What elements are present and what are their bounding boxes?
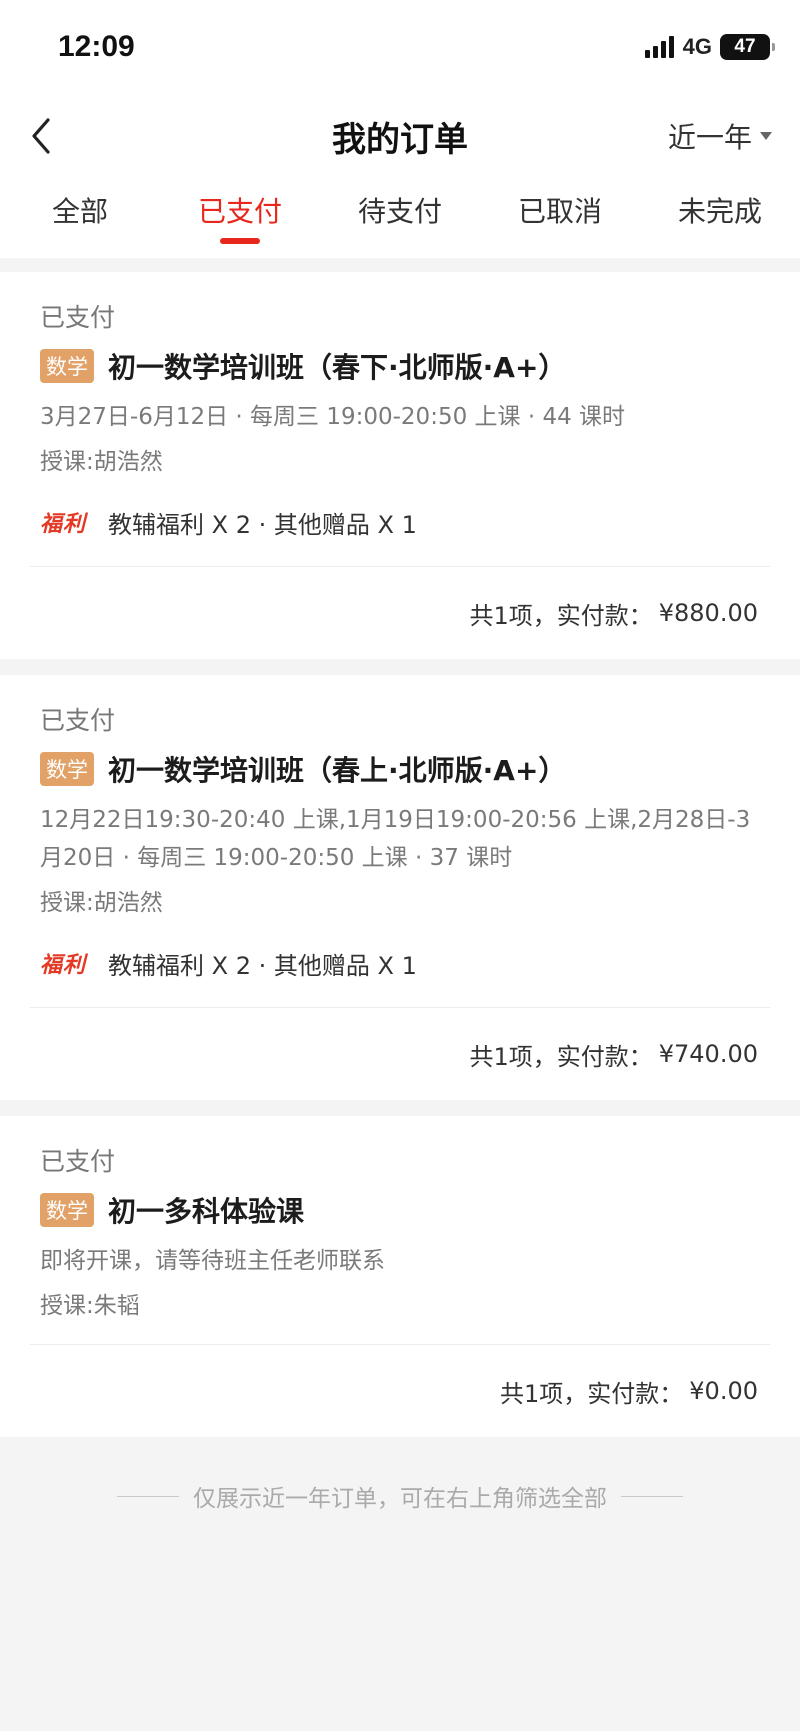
tab-pending[interactable]: 待支付: [320, 176, 480, 258]
subject-badge: 数学: [40, 752, 94, 786]
teacher-name: 授课:朱韬: [40, 1293, 140, 1319]
subject-badge: 数学: [40, 1193, 94, 1227]
divider-line: [117, 1495, 179, 1497]
tab-incomplete[interactable]: 未完成: [640, 176, 800, 258]
course-schedule: 即将开课，请等待班主任老师联系: [40, 1248, 385, 1274]
tab-all[interactable]: 全部: [0, 176, 160, 258]
status-bar: 12:09 4G 47: [0, 0, 800, 96]
order-summary: 共1项，实付款： ¥740.00: [30, 1008, 770, 1100]
paid-amount: ¥0.00: [689, 1377, 758, 1405]
top-bar: 12:09 4G 47 我的订单 近一年 全部 已支付 待支付 已取消 未完成: [0, 0, 800, 258]
status-time: 12:09: [58, 30, 135, 63]
course-row: 数学 初一多科体验课: [30, 1186, 770, 1234]
order-status: 已支付: [40, 706, 116, 735]
footer-note-text: 仅展示近一年订单，可在右上角筛选全部: [193, 1486, 607, 1512]
order-summary: 共1项，实付款： ¥0.00: [30, 1345, 770, 1437]
battery-icon: 47: [720, 34, 775, 60]
course-schedule: 3月27日-6月12日 · 每周三 19:00-20:50 上课 · 44 课时: [40, 404, 626, 430]
divider-line: [621, 1495, 683, 1497]
order-card[interactable]: 已支付 数学 初一数学培训班（春上·北师版·A+） 12月22日19:30-20…: [0, 675, 800, 1100]
paid-amount: ¥740.00: [658, 1040, 758, 1068]
course-schedule: 12月22日19:30-20:40 上课,1月19日19:00-20:56 上课…: [40, 807, 751, 871]
status-indicators: 4G 47: [644, 34, 775, 60]
battery-level: 47: [734, 36, 756, 57]
caret-down-icon: [760, 132, 772, 140]
order-tabs: 全部 已支付 待支付 已取消 未完成: [0, 176, 800, 258]
gift-list: 教辅福利 X 2 · 其他赠品 X 1: [108, 510, 417, 539]
network-type: 4G: [682, 34, 712, 59]
course-name: 初一多科体验课: [108, 1195, 305, 1228]
tab-gap: [0, 258, 800, 272]
signal-icon: [644, 36, 677, 58]
card-gap: [0, 659, 800, 675]
course-row: 数学 初一数学培训班（春上·北师版·A+）: [30, 745, 770, 793]
order-summary: 共1项，实付款： ¥880.00: [30, 567, 770, 659]
tab-paid[interactable]: 已支付: [160, 176, 320, 258]
card-gap: [0, 1100, 800, 1116]
order-card[interactable]: 已支付 数学 初一数学培训班（春下·北师版·A+） 3月27日-6月12日 · …: [0, 272, 800, 659]
summary-count: 共1项，实付款：: [500, 1379, 684, 1408]
order-status: 已支付: [40, 303, 116, 332]
gift-row: 福利 教辅福利 X 2 · 其他赠品 X 1: [30, 941, 770, 985]
order-status: 已支付: [40, 1147, 116, 1176]
course-name: 初一数学培训班（春上·北师版·A+）: [108, 754, 567, 787]
summary-count: 共1项，实付款：: [469, 1042, 653, 1071]
teacher-name: 授课:胡浩然: [40, 449, 163, 475]
order-card[interactable]: 已支付 数学 初一多科体验课 即将开课，请等待班主任老师联系 授课:朱韬 共1项…: [0, 1116, 800, 1437]
nav-bar: 我的订单 近一年: [0, 96, 800, 176]
teacher-name: 授课:胡浩然: [40, 890, 163, 916]
course-row: 数学 初一数学培训班（春下·北师版·A+）: [30, 342, 770, 390]
gift-row: 福利 教辅福利 X 2 · 其他赠品 X 1: [30, 500, 770, 544]
footer-note: 仅展示近一年订单，可在右上角筛选全部: [0, 1479, 800, 1513]
course-name: 初一数学培训班（春下·北师版·A+）: [108, 351, 567, 384]
paid-amount: ¥880.00: [658, 599, 758, 627]
welfare-logo-icon: 福利: [40, 512, 87, 537]
welfare-logo-icon: 福利: [40, 953, 87, 978]
range-filter-dropdown[interactable]: 近一年: [668, 116, 772, 156]
subject-badge: 数学: [40, 349, 94, 383]
range-filter-label: 近一年: [667, 121, 752, 154]
tab-cancelled[interactable]: 已取消: [480, 176, 640, 258]
summary-count: 共1项，实付款：: [469, 601, 653, 630]
gift-list: 教辅福利 X 2 · 其他赠品 X 1: [108, 951, 417, 980]
